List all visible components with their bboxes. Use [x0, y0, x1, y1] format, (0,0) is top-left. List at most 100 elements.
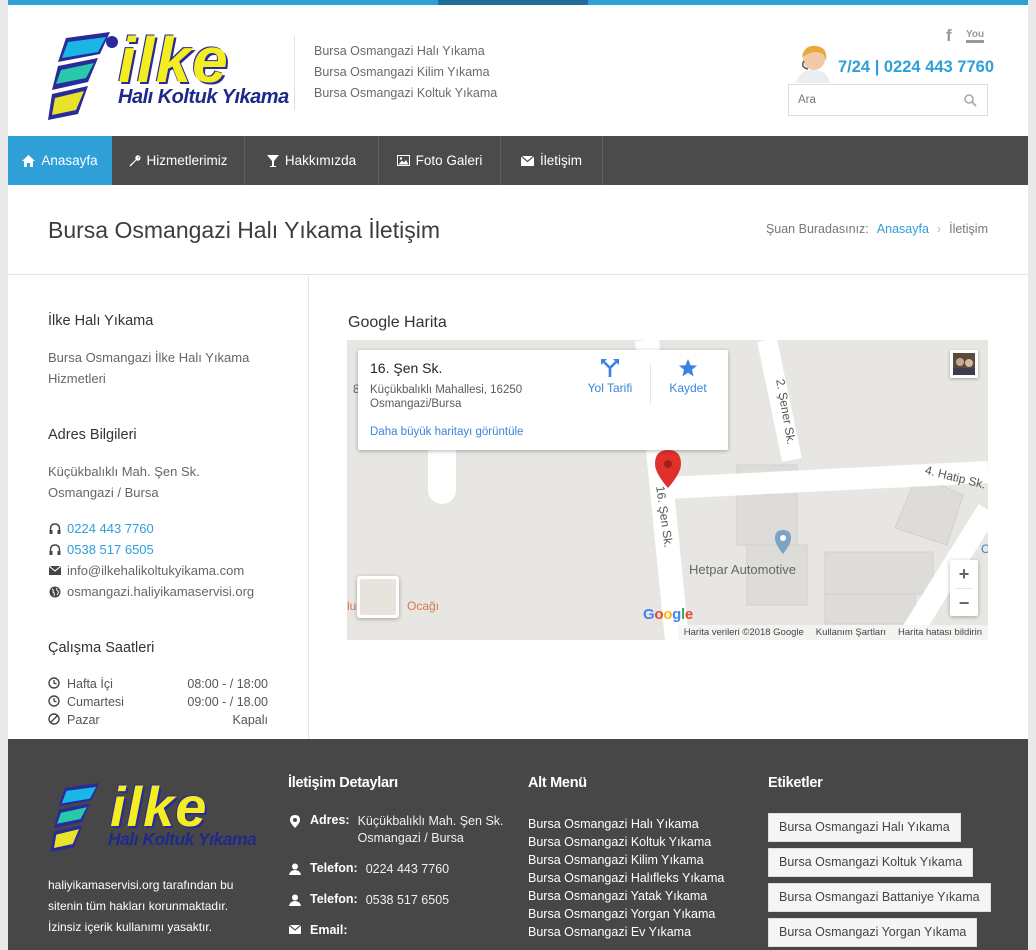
- facebook-icon[interactable]: f: [946, 26, 952, 46]
- picture-icon: [396, 155, 410, 166]
- headset-icon: [48, 543, 61, 556]
- header-phone[interactable]: 7/24 | 0224 443 7760: [838, 58, 994, 77]
- footer-menu-item[interactable]: Bursa Osmangazi Yorgan Yıkama: [528, 905, 724, 923]
- page: ilke Halı Koltuk Yıkama Bursa Osmangazi …: [8, 0, 1028, 950]
- support-avatar-icon: [796, 45, 830, 83]
- site-footer: ilke Halı Koltuk Yıkama haliyikamaservis…: [8, 739, 1028, 950]
- site-logo[interactable]: ilke Halı Koltuk Yıkama: [48, 24, 289, 120]
- clock-icon: [48, 676, 60, 692]
- search-icon[interactable]: [964, 94, 977, 107]
- company-heading: İlke Halı Yıkama: [48, 313, 154, 329]
- footer-phone-row-1: Telefon: 0224 443 7760: [288, 861, 449, 878]
- user-icon: [288, 892, 302, 909]
- email-row: info@ilkehalikoltukyikama.com: [48, 563, 244, 578]
- breadcrumb: Şuan Buradasınız: Anasayfa › İletişim: [766, 222, 988, 236]
- footer-menu-heading: Alt Menü: [528, 775, 587, 791]
- info-card-divider: [650, 364, 651, 404]
- star-icon: [679, 359, 697, 377]
- footer-phone-value-1: 0224 443 7760: [365, 862, 450, 876]
- address-line-2: Osmangazi / Bursa: [48, 485, 159, 500]
- save-label: Kaydet: [669, 381, 707, 395]
- save-button[interactable]: Kaydet: [653, 358, 723, 395]
- search-box: [788, 84, 988, 116]
- directions-icon: [601, 359, 619, 377]
- poi-label-hetpar[interactable]: Hetpar Automotive: [689, 562, 796, 577]
- poi-label-ocagi: Ocağı: [407, 599, 440, 613]
- footer-menu-item[interactable]: Bursa Osmangazi Koltuk Yıkama: [528, 833, 724, 851]
- hours-table: Hafta İçi 08:00 - / 18:00 Cumartesi 09:0…: [48, 675, 268, 729]
- nav-item-iletisim[interactable]: İletişim: [501, 136, 603, 185]
- logo-wordmark: ilke: [118, 24, 229, 96]
- nav-item-label: Foto Galeri: [415, 153, 483, 168]
- company-text-1: Bursa Osmangazi İlke Halı Yıkama: [48, 350, 250, 365]
- breadcrumb-home-link[interactable]: Anasayfa: [877, 222, 929, 236]
- map-report-link[interactable]: Harita hatası bildirin: [898, 627, 982, 638]
- footer-menu-item[interactable]: Bursa Osmangazi Ev Yıkama: [528, 923, 724, 941]
- footer-address-row: Adres: Küçükbalıklı Mah. Şen Sk. Osmangaz…: [288, 813, 504, 847]
- phone-link-1[interactable]: 0224 443 7760: [67, 521, 154, 536]
- place-address-2: Osmangazi/Bursa: [370, 398, 462, 410]
- address-heading: Adres Bilgileri: [48, 427, 137, 443]
- main-nav: Anasayfa Hizmetlerimiz Hakkımızda Foto G…: [8, 136, 1028, 185]
- hours-row: Pazar Kapalı: [48, 711, 268, 729]
- envelope-icon: [520, 155, 534, 166]
- hours-row: Hafta İçi 08:00 - / 18:00: [48, 675, 268, 693]
- search-input[interactable]: [789, 85, 959, 115]
- youtube-icon[interactable]: You: [966, 30, 985, 43]
- footer-address-line-1: Küçükbalıklı Mah. Şen Sk.: [357, 814, 504, 828]
- footer-menu-item[interactable]: Bursa Osmangazi Kilim Yıkama: [528, 851, 724, 869]
- poi-label-prefix: lu: [347, 599, 357, 613]
- nav-item-hizmetlerimiz[interactable]: Hizmetlerimiz: [112, 136, 245, 185]
- street-view-thumbnail[interactable]: [950, 350, 978, 378]
- copyright-line-2: sitenin tüm hakları korunmaktadır.: [48, 899, 229, 913]
- pegman-button[interactable]: [357, 576, 399, 618]
- nav-item-label: Hakkımızda: [284, 153, 357, 168]
- place-address-1: Küçükbalıklı Mahallesi, 16250: [370, 384, 523, 396]
- clock-icon: [48, 694, 60, 710]
- phone-row-1: 0224 443 7760: [48, 521, 154, 536]
- footer-logo[interactable]: ilke Halı Koltuk Yıkama: [48, 779, 258, 859]
- directions-label: Yol Tarifi: [587, 381, 633, 395]
- hours-time: Kapalı: [232, 713, 268, 727]
- nav-item-label: Anasayfa: [41, 153, 98, 168]
- nav-item-foto-galeri[interactable]: Foto Galeri: [379, 136, 501, 185]
- larger-map-link[interactable]: Daha büyük haritayı görüntüle: [370, 426, 523, 438]
- footer-email-label: Email:: [310, 923, 348, 937]
- nav-item-anasayfa[interactable]: Anasayfa: [8, 136, 112, 185]
- footer-tag[interactable]: Bursa Osmangazi Koltuk Yıkama: [768, 848, 974, 877]
- logo-mark-icon: [50, 783, 100, 852]
- footer-tag[interactable]: Bursa Osmangazi Battaniye Yıkama: [768, 883, 991, 912]
- footer-address-value: Küçükbalıklı Mah. Şen Sk. Osmangazi / Bur…: [358, 813, 504, 847]
- hours-heading: Çalışma Saatleri: [48, 640, 155, 656]
- footer-address-label: Adres:: [310, 813, 350, 827]
- breadcrumb-current: İletişim: [949, 222, 988, 236]
- map-terms-link[interactable]: Kullanım Şartları: [816, 627, 886, 638]
- footer-address-line-2: Osmangazi / Bursa: [357, 831, 464, 845]
- phone-link-2[interactable]: 0538 517 6505: [67, 542, 154, 557]
- directions-button[interactable]: Yol Tarifi: [575, 358, 645, 395]
- headset-icon: [48, 522, 61, 535]
- zoom-out-button[interactable]: −: [950, 589, 978, 617]
- sidebar: İlke Halı Yıkama Bursa Osmangazi İlke Ha…: [8, 276, 309, 739]
- map-marker-icon: [288, 813, 302, 847]
- footer-tag[interactable]: Bursa Osmangazi Halı Yıkama: [768, 813, 961, 842]
- footer-menu-item[interactable]: Bursa Osmangazi Halıfleks Yıkama: [528, 869, 724, 887]
- footer-menu-item[interactable]: Bursa Osmangazi Yatak Yıkama: [528, 887, 724, 905]
- footer-tag[interactable]: Bursa Osmangazi Yorgan Yıkama: [768, 918, 978, 947]
- logo-subtitle: Halı Koltuk Yıkama: [118, 86, 289, 108]
- user-icon: [288, 861, 302, 878]
- zoom-in-button[interactable]: +: [950, 560, 978, 588]
- footer-logo-subtitle: Halı Koltuk Yıkama: [108, 829, 257, 849]
- footer-menu-item[interactable]: Bursa Osmangazi Halı Yıkama: [528, 815, 724, 833]
- google-map[interactable]: 16. Şen Sk. 2. Şener Sk. 4. Hatip Sk. He…: [347, 340, 988, 640]
- wrench-icon: [129, 154, 141, 166]
- website-text: osmangazi.haliyikamaservisi.org: [67, 584, 255, 599]
- website-row: osmangazi.haliyikamaservisi.org: [48, 584, 254, 599]
- footer-phone-label: Telefon:: [310, 861, 358, 875]
- footer-logo-wordmark: ilke: [110, 775, 208, 838]
- nav-item-hakkimizda[interactable]: Hakkımızda: [245, 136, 379, 185]
- copyright-line-3: İzinsiz içerik kullanımı yasaktır.: [48, 920, 213, 934]
- hours-time: 08:00 - / 18:00: [187, 677, 268, 691]
- hours-time: 09:00 - / 18.00: [187, 695, 268, 709]
- footer-phone-row-2: Telefon: 0538 517 6505: [288, 892, 449, 909]
